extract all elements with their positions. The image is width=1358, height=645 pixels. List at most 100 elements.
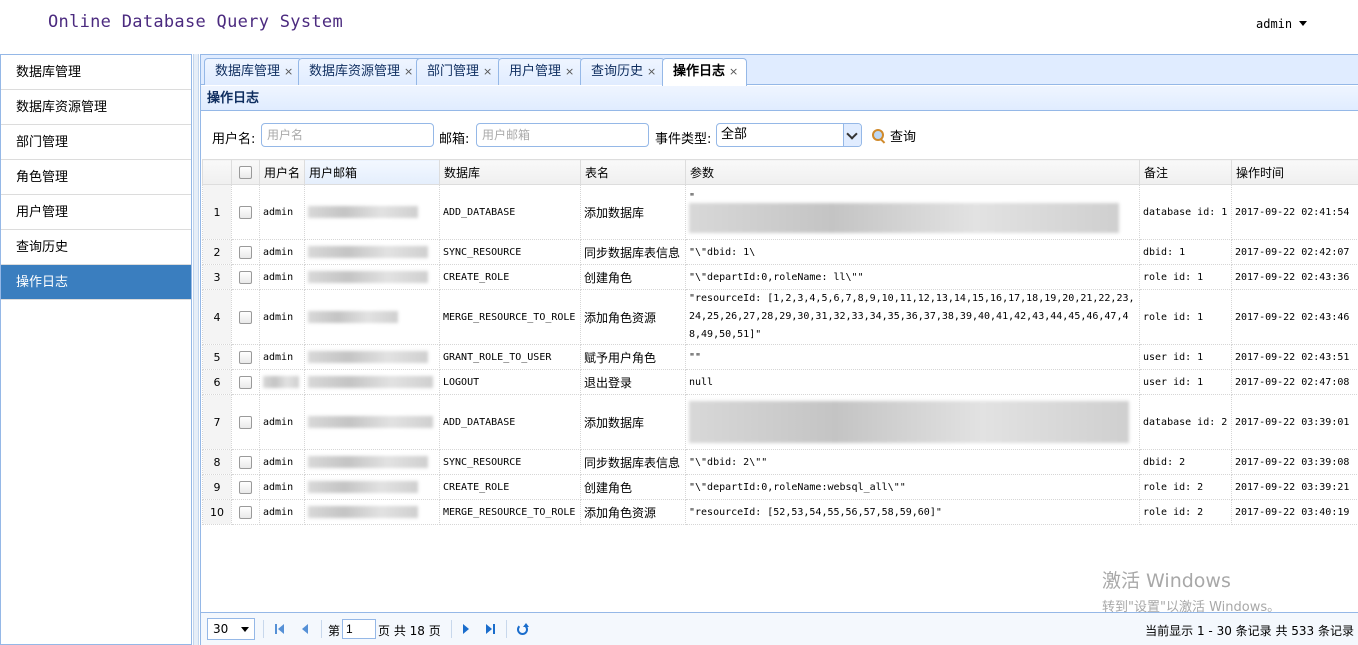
search-icon (872, 129, 886, 143)
column-header-note[interactable]: 备注 (1139, 159, 1232, 185)
table-row[interactable]: 4 admin MERGE_RESOURCE_TO_ROLE 添加角色资源 "r… (202, 289, 1358, 345)
user-menu[interactable]: admin (1256, 17, 1308, 31)
checkbox[interactable] (239, 205, 252, 219)
cell-time: 2017-09-22 02:42:07 (1231, 239, 1358, 265)
cell-event: SYNC_RESOURCE (439, 449, 581, 475)
table-row[interactable]: 10 admin MERGE_RESOURCE_TO_ROLE 添加角色资源 "… (202, 499, 1358, 525)
email-input[interactable] (476, 123, 649, 147)
row-checkbox[interactable] (231, 184, 260, 240)
cell-username (259, 369, 305, 395)
cell-note: user id: 1 (1139, 344, 1232, 370)
close-icon[interactable]: × (404, 59, 413, 84)
checkbox[interactable] (239, 455, 252, 469)
row-checkbox[interactable] (231, 239, 260, 265)
column-header-params[interactable]: 参数 (685, 159, 1140, 185)
checkbox[interactable] (239, 480, 252, 494)
last-page-icon[interactable] (484, 622, 498, 636)
row-checkbox[interactable] (231, 369, 260, 395)
row-number: 3 (202, 264, 232, 290)
checkbox[interactable] (239, 270, 252, 284)
chevron-down-icon[interactable] (843, 124, 861, 146)
cell-username: admin (259, 449, 305, 475)
user-name: admin (1256, 17, 1293, 31)
select-all-checkbox[interactable] (231, 159, 260, 185)
cell-email-redacted (304, 369, 440, 395)
close-icon[interactable]: × (565, 59, 574, 84)
tab-department[interactable]: 部门管理 × (416, 58, 502, 85)
splitter[interactable] (193, 54, 199, 645)
cell-time: 2017-09-22 03:40:19 (1231, 499, 1358, 525)
redacted-block (308, 271, 428, 283)
refresh-icon[interactable] (515, 622, 529, 636)
table-row[interactable]: 9 admin CREATE_ROLE 创建角色 "\"departId:0,r… (202, 474, 1358, 500)
row-number: 5 (202, 344, 232, 370)
column-header-time[interactable]: 操作时间 (1231, 159, 1358, 185)
row-checkbox[interactable] (231, 474, 260, 500)
row-checkbox[interactable] (231, 264, 260, 290)
row-checkbox[interactable] (231, 499, 260, 525)
next-page-icon[interactable] (459, 622, 473, 636)
column-header-database[interactable]: 数据库 (439, 159, 581, 185)
row-checkbox[interactable] (231, 344, 260, 370)
cell-event: LOGOUT (439, 369, 581, 395)
redacted-block (308, 351, 428, 363)
checkbox[interactable] (239, 310, 252, 324)
sidebar-item-database[interactable]: 数据库管理 (1, 55, 191, 90)
row-number: 8 (202, 449, 232, 475)
table-row[interactable]: 8 admin SYNC_RESOURCE 同步数据库表信息 "\"dbid: … (202, 449, 1358, 475)
tab-database-resource[interactable]: 数据库资源管理 × (298, 58, 423, 85)
cell-time: 2017-09-22 02:41:54 (1231, 184, 1358, 240)
tab-user[interactable]: 用户管理 × (498, 58, 584, 85)
cell-username: admin (259, 474, 305, 500)
table-row[interactable]: 5 admin GRANT_ROLE_TO_USER 赋予用户角色 "" use… (202, 344, 1358, 370)
table-row[interactable]: 7 admin ADD_DATABASE 添加数据库 database id: … (202, 394, 1358, 450)
sidebar-item-database-resource[interactable]: 数据库资源管理 (1, 90, 191, 125)
sidebar-item-department[interactable]: 部门管理 (1, 125, 191, 160)
checkbox[interactable] (239, 415, 252, 429)
event-type-select[interactable]: 全部 (716, 123, 862, 147)
tab-database[interactable]: 数据库管理 × (204, 58, 303, 85)
username-input[interactable] (261, 123, 434, 147)
table-row[interactable]: 1 admin ADD_DATABASE 添加数据库 " database id… (202, 184, 1358, 240)
tab-operation-log[interactable]: 操作日志 × (662, 58, 748, 86)
row-checkbox[interactable] (231, 394, 260, 450)
row-checkbox[interactable] (231, 289, 260, 345)
sidebar-item-user[interactable]: 用户管理 (1, 195, 191, 230)
cell-table: 同步数据库表信息 (580, 449, 686, 475)
windows-activation-watermark: 激活 Windows 转到"设置"以激活 Windows。 (1102, 566, 1280, 615)
page-size-select[interactable]: 30 (207, 618, 255, 640)
cell-event: CREATE_ROLE (439, 474, 581, 500)
watermark-line-1: 激活 Windows (1102, 570, 1231, 592)
column-header-email[interactable]: 用户邮箱 (304, 159, 440, 185)
cell-time: 2017-09-22 02:43:46 (1231, 289, 1358, 345)
sidebar-item-role[interactable]: 角色管理 (1, 160, 191, 195)
checkbox[interactable] (239, 375, 252, 389)
page-number-input[interactable] (342, 619, 376, 639)
search-button[interactable]: 查询 (872, 126, 916, 146)
cell-event: MERGE_RESOURCE_TO_ROLE (439, 289, 581, 345)
checkbox[interactable] (239, 166, 252, 179)
sidebar-item-query-history[interactable]: 查询历史 (1, 230, 191, 265)
cell-username: admin (259, 239, 305, 265)
checkbox[interactable] (239, 505, 252, 519)
checkbox[interactable] (239, 245, 252, 259)
sidebar-item-operation-log[interactable]: 操作日志 (1, 265, 191, 300)
column-header-username[interactable]: 用户名 (259, 159, 305, 185)
page-prefix: 第 (328, 624, 341, 638)
first-page-icon[interactable] (273, 622, 287, 636)
page-info: 当前显示 1 - 30 条记录 共 533 条记录 (1145, 624, 1354, 638)
redacted-block (308, 416, 433, 428)
tab-query-history[interactable]: 查询历史 × (580, 58, 666, 85)
close-icon[interactable]: × (647, 59, 656, 84)
table-row[interactable]: 3 admin CREATE_ROLE 创建角色 "\"departId:0,r… (202, 264, 1358, 290)
close-icon[interactable]: × (483, 59, 492, 84)
checkbox[interactable] (239, 350, 252, 364)
table-row[interactable]: 2 admin SYNC_RESOURCE 同步数据库表信息 "\"dbid: … (202, 239, 1358, 265)
separator (506, 620, 507, 638)
column-header-table[interactable]: 表名 (580, 159, 686, 185)
close-icon[interactable]: × (284, 59, 293, 84)
prev-page-icon[interactable] (298, 622, 312, 636)
close-icon[interactable]: × (729, 59, 738, 84)
row-checkbox[interactable] (231, 449, 260, 475)
table-row[interactable]: 6 LOGOUT 退出登录 null user id: 1 2017-09-22… (202, 369, 1358, 395)
